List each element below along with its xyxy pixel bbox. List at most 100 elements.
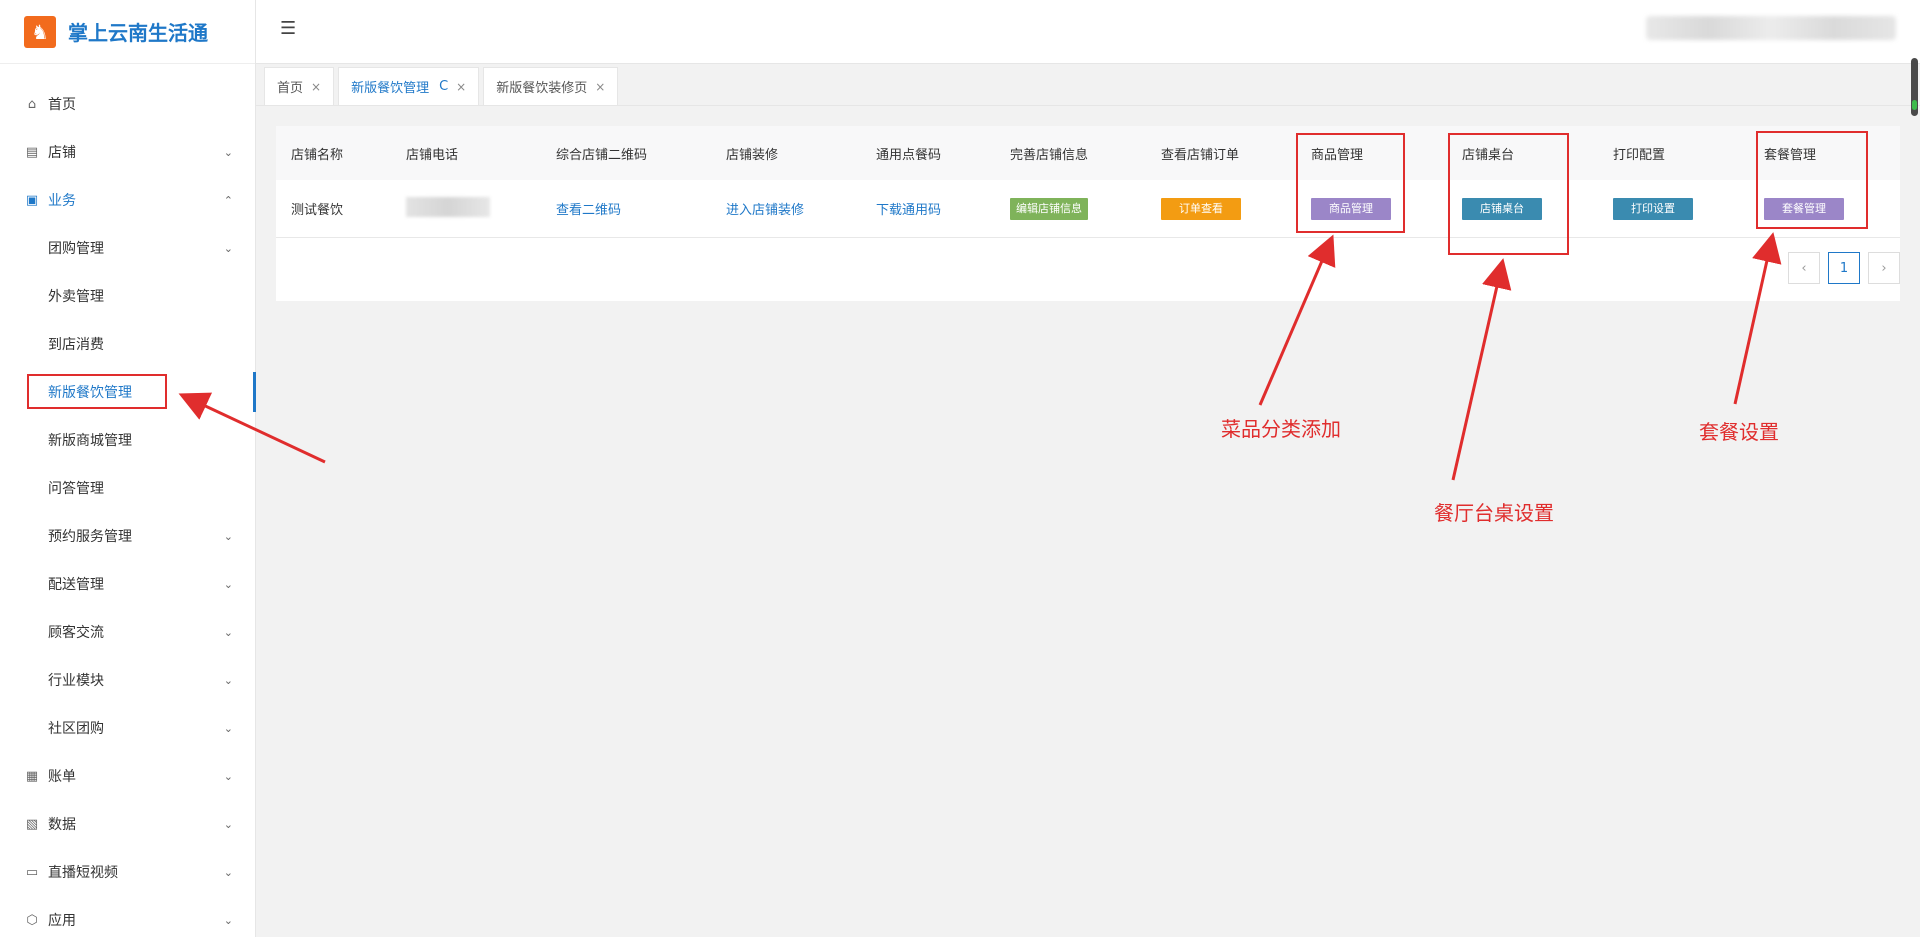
sidebar-item-2[interactable]: ▣ 业务 ⌃ bbox=[0, 176, 255, 224]
sidebar-item-0[interactable]: ⌂ 首页 bbox=[0, 80, 255, 128]
sidebar-item-label: 账单 bbox=[48, 769, 76, 785]
edit-shop-info-button[interactable]: 编辑店铺信息 bbox=[1010, 197, 1088, 220]
page-tabs: 首页 × 新版餐饮管理 C × 新版餐饮装修页 × bbox=[256, 64, 1920, 106]
sidebar-item-label: 预约服务管理 bbox=[48, 529, 132, 545]
annotation-text-tables: 餐厅台桌设置 bbox=[1434, 501, 1554, 525]
chevron-down-icon: ⌄ bbox=[223, 145, 233, 159]
table-row: 测试餐饮 查看二维码 进入店铺装修 下载通用码 编辑店铺信息 订单查看 商品管理… bbox=[276, 180, 1900, 238]
sidebar-item-11[interactable]: 顾客交流 ⌄ bbox=[0, 608, 255, 656]
sidebar-item-label: 新版商城管理 bbox=[48, 433, 132, 449]
brand-title: 掌上云南生活通 bbox=[68, 21, 208, 45]
close-icon[interactable]: × bbox=[595, 80, 605, 94]
top-header: ☰ bbox=[256, 0, 1920, 64]
tab-label: 首页 bbox=[277, 81, 304, 96]
shop-icon: ▤ bbox=[25, 144, 39, 160]
chevron-down-icon: ⌄ bbox=[223, 721, 233, 735]
chevron-down-icon: ⌄ bbox=[223, 241, 233, 255]
sidebar-item-label: 行业模块 bbox=[48, 673, 104, 689]
sidebar-item-15[interactable]: ▧ 数据 ⌄ bbox=[0, 800, 255, 848]
tab-label: 新版餐饮装修页 bbox=[496, 81, 588, 96]
enter-decorate-link[interactable]: 进入店铺装修 bbox=[711, 199, 861, 218]
sidebar-item-17[interactable]: ⬡ 应用 ⌄ bbox=[0, 896, 255, 937]
scrollbar[interactable] bbox=[1911, 58, 1918, 116]
col-orders: 查看店铺订单 bbox=[1161, 147, 1240, 163]
annotation-box-tables bbox=[1448, 133, 1569, 255]
sidebar-item-label: 配送管理 bbox=[48, 577, 104, 593]
sidebar: ♞ 掌上云南生活通 ⌂ 首页 ▤ 店铺 ⌄ ▣ 业务 ⌃ 团购管理 ⌄ 外卖管理 到店消费 新版餐饮管理… bbox=[0, 0, 256, 937]
refresh-icon[interactable]: C bbox=[439, 79, 448, 94]
table-header: 店铺名称 店铺电话 综合店铺二维码 店铺装修 通用点餐码 完善店铺信息 查看店铺… bbox=[276, 126, 1900, 180]
col-print: 打印配置 bbox=[1613, 147, 1666, 163]
chevron-down-icon: ⌄ bbox=[223, 865, 233, 879]
tab-new-catering[interactable]: 新版餐饮管理 C × bbox=[338, 67, 480, 105]
pagination: ‹ 1 › bbox=[1780, 252, 1900, 284]
page-1-button[interactable]: 1 bbox=[1828, 252, 1860, 284]
data-icon: ▧ bbox=[25, 816, 39, 832]
sidebar-item-14[interactable]: ▦ 账单 ⌄ bbox=[0, 752, 255, 800]
home-icon: ⌂ bbox=[27, 96, 37, 112]
sidebar-item-10[interactable]: 配送管理 ⌄ bbox=[0, 560, 255, 608]
business-icon: ▣ bbox=[25, 192, 39, 208]
col-order-code: 通用点餐码 bbox=[876, 147, 942, 163]
annotation-box-goods bbox=[1296, 133, 1405, 233]
sidebar-item-label: 直播短视频 bbox=[48, 865, 118, 881]
chevron-down-icon: ⌄ bbox=[223, 817, 233, 831]
col-decorate: 店铺装修 bbox=[726, 147, 779, 163]
sidebar-item-5[interactable]: 到店消费 bbox=[0, 320, 255, 368]
chevron-down-icon: ⌄ bbox=[223, 577, 233, 591]
tab-catering-decoration[interactable]: 新版餐饮装修页 × bbox=[483, 67, 619, 105]
sidebar-item-label: 数据 bbox=[48, 817, 76, 833]
menu-toggle-icon[interactable]: ☰ bbox=[280, 18, 302, 40]
bill-icon: ▦ bbox=[25, 768, 39, 784]
sidebar-item-label: 问答管理 bbox=[48, 481, 104, 497]
sidebar-item-label: 顾客交流 bbox=[48, 625, 104, 641]
sidebar-item-label: 首页 bbox=[48, 97, 76, 113]
tab-home[interactable]: 首页 × bbox=[264, 67, 335, 105]
chevron-down-icon: ⌄ bbox=[223, 913, 233, 927]
sidebar-item-16[interactable]: ▭ 直播短视频 ⌄ bbox=[0, 848, 255, 896]
view-qrcode-link[interactable]: 查看二维码 bbox=[541, 199, 711, 218]
orders-cell: 订单查看 bbox=[1146, 197, 1296, 220]
live-icon: ▭ bbox=[25, 864, 39, 880]
brand-icon: ♞ bbox=[24, 15, 56, 48]
chevron-down-icon: ⌄ bbox=[223, 625, 233, 639]
view-orders-button[interactable]: 订单查看 bbox=[1161, 197, 1241, 220]
annotation-box-menu bbox=[27, 374, 167, 409]
sidebar-item-label: 外卖管理 bbox=[48, 289, 104, 305]
sidebar-item-1[interactable]: ▤ 店铺 ⌄ bbox=[0, 128, 255, 176]
sidebar-item-label: 业务 bbox=[48, 193, 76, 209]
next-page-button[interactable]: › bbox=[1868, 252, 1900, 284]
chevron-down-icon: ⌄ bbox=[223, 769, 233, 783]
sidebar-item-4[interactable]: 外卖管理 bbox=[0, 272, 255, 320]
shop-name-cell: 测试餐饮 bbox=[291, 203, 344, 218]
col-shop-name: 店铺名称 bbox=[291, 147, 344, 163]
close-icon[interactable]: × bbox=[311, 80, 321, 94]
chevron-down-icon: ⌄ bbox=[223, 529, 233, 543]
sidebar-menu: ⌂ 首页 ▤ 店铺 ⌄ ▣ 业务 ⌃ 团购管理 ⌄ 外卖管理 到店消费 新版餐饮管理 新版商城管理 问答管理… bbox=[0, 64, 256, 937]
close-icon[interactable]: × bbox=[456, 80, 466, 94]
col-shop-info: 完善店铺信息 bbox=[1010, 147, 1089, 163]
annotation-box-combo bbox=[1756, 131, 1868, 229]
sidebar-item-9[interactable]: 预约服务管理 ⌄ bbox=[0, 512, 255, 560]
edit-info-cell: 编辑店铺信息 bbox=[995, 197, 1146, 220]
brand-logo[interactable]: ♞ 掌上云南生活通 bbox=[0, 0, 255, 64]
chevron-up-icon: ⌃ bbox=[223, 193, 233, 207]
phone-cell bbox=[391, 196, 541, 221]
annotation-text-combo: 套餐设置 bbox=[1699, 420, 1779, 444]
user-info-blurred[interactable] bbox=[1646, 16, 1896, 40]
app-icon: ⬡ bbox=[26, 912, 38, 928]
sidebar-item-3[interactable]: 团购管理 ⌄ bbox=[0, 224, 255, 272]
sidebar-item-label: 团购管理 bbox=[48, 241, 104, 257]
print-settings-button[interactable]: 打印设置 bbox=[1613, 197, 1693, 220]
prev-page-button[interactable]: ‹ bbox=[1788, 252, 1820, 284]
sidebar-item-label: 店铺 bbox=[48, 145, 76, 161]
sidebar-item-12[interactable]: 行业模块 ⌄ bbox=[0, 656, 255, 704]
col-phone: 店铺电话 bbox=[406, 147, 459, 163]
sidebar-item-7[interactable]: 新版商城管理 bbox=[0, 416, 255, 464]
sidebar-item-13[interactable]: 社区团购 ⌄ bbox=[0, 704, 255, 752]
download-code-link[interactable]: 下载通用码 bbox=[861, 199, 995, 218]
sidebar-item-8[interactable]: 问答管理 bbox=[0, 464, 255, 512]
annotation-text-goods: 菜品分类添加 bbox=[1221, 417, 1341, 441]
sidebar-item-label: 社区团购 bbox=[48, 721, 104, 737]
sidebar-item-label: 到店消费 bbox=[48, 337, 104, 353]
